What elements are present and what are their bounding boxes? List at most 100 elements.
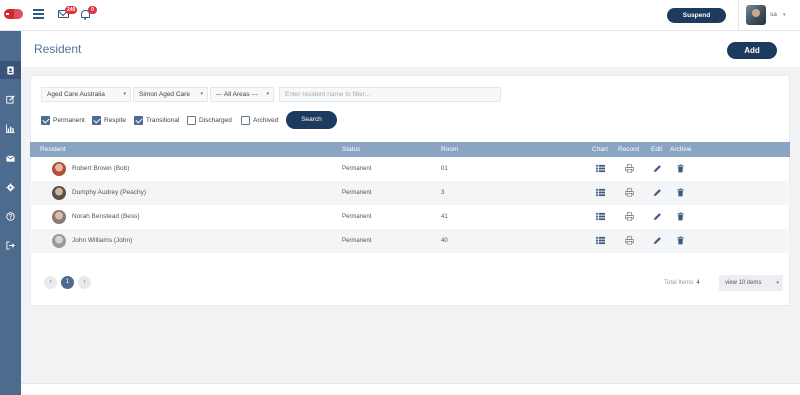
resident-name-filter-input[interactable]: [279, 87, 501, 102]
avatar: [52, 186, 66, 200]
column-archive: Archive: [670, 146, 692, 153]
resident-name[interactable]: John Williams (John): [72, 237, 132, 244]
resident-name[interactable]: Robert Brown (Bob): [72, 165, 129, 172]
area-select-value: --- All Areas ---: [216, 91, 258, 98]
resident-status: Permanent: [342, 214, 372, 220]
respite-checkbox-label: Respite: [104, 117, 127, 124]
discharged-checkbox[interactable]: [187, 116, 196, 125]
resident-status: Permanent: [342, 190, 372, 196]
column-room[interactable]: Room: [441, 146, 458, 153]
resident-room: 40: [441, 238, 448, 244]
chevron-down-icon: ▾: [776, 280, 779, 286]
menu-toggle-icon[interactable]: [33, 9, 44, 19]
table-row[interactable]: John Williams (John) Permanent 40: [30, 229, 790, 253]
table-row[interactable]: Robert Brown (Bob) Permanent 01: [30, 157, 790, 181]
print-record-icon[interactable]: [625, 236, 634, 245]
sidebar-item-settings[interactable]: [0, 178, 21, 196]
organisation-select-value: Aged Care Australia: [47, 91, 105, 98]
header-divider: [738, 0, 739, 31]
add-resident-button[interactable]: Add: [727, 42, 777, 59]
sidebar-item-messages[interactable]: [0, 149, 21, 167]
print-record-icon[interactable]: [625, 164, 634, 173]
chart-list-icon[interactable]: [596, 212, 605, 221]
table-row[interactable]: Dumphy Audrey (Peachy) Permanent 3: [30, 181, 790, 205]
edit-pencil-icon[interactable]: [653, 188, 662, 197]
items-per-page-select[interactable]: view 10 items ▾: [719, 275, 783, 291]
avatar: [52, 234, 66, 248]
transitional-checkbox-label: Transitional: [146, 117, 180, 124]
resident-icon: [7, 66, 14, 75]
table-header: Resident Status Room Chart Record Edit A…: [30, 142, 790, 157]
column-resident[interactable]: Resident: [40, 146, 66, 153]
respite-checkbox[interactable]: [92, 116, 101, 125]
logout-icon: [6, 241, 15, 250]
chevron-down-icon: ▾: [123, 91, 126, 97]
footer-strip: [21, 383, 800, 395]
archive-trash-icon[interactable]: [676, 212, 685, 221]
resident-room: 41: [441, 214, 448, 220]
items-per-page-value: view 10 items: [725, 280, 762, 286]
pagination-page-1[interactable]: 1: [61, 276, 74, 289]
sidebar-item-resident[interactable]: [0, 61, 21, 79]
edit-pencil-icon[interactable]: [653, 212, 662, 221]
column-record: Record: [618, 146, 639, 153]
chart-list-icon[interactable]: [596, 188, 605, 197]
column-chart: Chart: [592, 146, 608, 153]
sidebar-item-logout[interactable]: [0, 236, 21, 254]
chevron-down-icon: ▾: [266, 91, 269, 97]
app-logo[interactable]: [4, 9, 23, 19]
area-select[interactable]: --- All Areas --- ▾: [210, 87, 274, 102]
total-items-value: 4: [696, 280, 700, 286]
chart-list-icon[interactable]: [596, 164, 605, 173]
chart-list-icon[interactable]: [596, 236, 605, 245]
print-record-icon[interactable]: [625, 212, 634, 221]
archive-trash-icon[interactable]: [676, 164, 685, 173]
facility-select[interactable]: Simon Aged Care ▾: [133, 87, 208, 102]
print-record-icon[interactable]: [625, 188, 634, 197]
resident-room: 3: [441, 190, 445, 196]
archived-checkbox-label: Archived: [253, 117, 279, 124]
archive-trash-icon[interactable]: [676, 236, 685, 245]
organisation-select[interactable]: Aged Care Australia ▾: [41, 87, 131, 102]
avatar: [52, 210, 66, 224]
sidebar-item-notes[interactable]: [0, 90, 21, 108]
sidebar-item-help[interactable]: [0, 207, 21, 225]
facility-select-value: Simon Aged Care: [139, 91, 190, 98]
user-avatar[interactable]: [746, 5, 766, 25]
column-edit: Edit: [651, 146, 663, 153]
resident-name[interactable]: Norah Benstead (Bess): [72, 213, 140, 220]
chevron-down-icon: ▾: [200, 91, 203, 97]
discharged-checkbox-label: Discharged: [199, 117, 232, 124]
pagination-next[interactable]: ›: [78, 276, 91, 289]
avatar: [52, 162, 66, 176]
user-name[interactable]: sa: [770, 11, 777, 18]
permanent-checkbox[interactable]: [41, 116, 50, 125]
transitional-checkbox[interactable]: [134, 116, 143, 125]
archived-checkbox[interactable]: [241, 116, 250, 125]
top-bar: 240 0 Suspend sa ▾: [0, 0, 800, 31]
total-items: Total Items: 4: [664, 280, 700, 286]
archive-trash-icon[interactable]: [676, 188, 685, 197]
resident-status: Permanent: [342, 166, 372, 172]
chevron-down-icon[interactable]: ▾: [783, 12, 786, 18]
page-title: Resident: [34, 42, 82, 56]
help-icon: [6, 212, 15, 221]
edit-pencil-icon[interactable]: [653, 236, 662, 245]
notification-count-badge: 0: [88, 6, 97, 14]
resident-status: Permanent: [342, 238, 372, 244]
edit-pencil-icon[interactable]: [653, 164, 662, 173]
table-row[interactable]: Norah Benstead (Bess) Permanent 41: [30, 205, 790, 229]
permanent-checkbox-label: Permanent: [53, 117, 85, 124]
search-button[interactable]: Search: [286, 111, 337, 129]
resident-name[interactable]: Dumphy Audrey (Peachy): [72, 189, 146, 196]
sidebar: [0, 31, 21, 395]
resident-room: 01: [441, 166, 448, 172]
suspend-button[interactable]: Suspend: [667, 8, 726, 23]
total-items-label: Total Items:: [664, 280, 695, 286]
mail-icon: [6, 155, 15, 162]
column-status[interactable]: Status: [342, 146, 360, 153]
sidebar-item-reports[interactable]: [0, 119, 21, 137]
bar-chart-icon: [6, 124, 15, 133]
mail-count-badge: 240: [65, 6, 78, 14]
pagination-prev[interactable]: ‹: [44, 276, 57, 289]
